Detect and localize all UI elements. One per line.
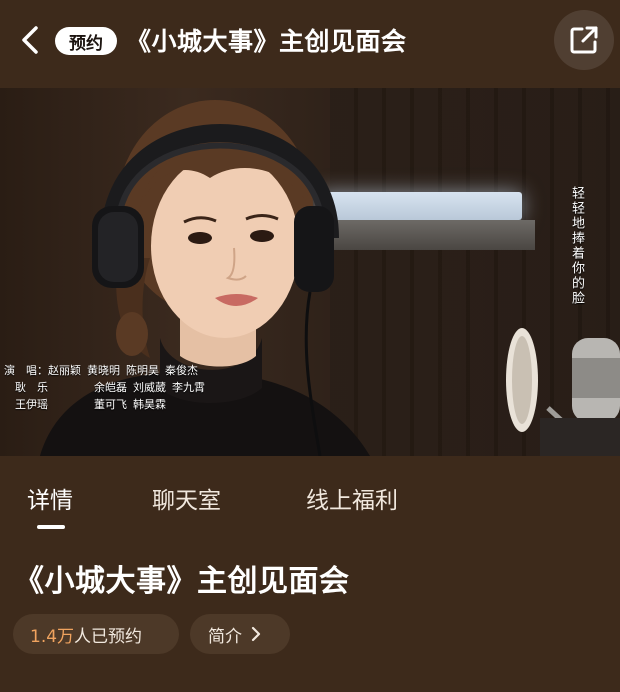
credit-name: 刘威葳 bbox=[133, 381, 166, 394]
intro-label: 简介 bbox=[208, 626, 242, 647]
tab-details[interactable]: 详情 bbox=[27, 476, 73, 520]
credit-label: 演 唱： bbox=[4, 364, 48, 377]
top-bar: 预约 《小城大事》主创见面会 bbox=[0, 0, 620, 88]
credit-name: 李九霄 bbox=[172, 381, 205, 394]
intro-button[interactable]: 简介 bbox=[190, 614, 290, 654]
song-credits: 演 唱： 赵丽颖 黄晓明 陈明昊 秦俊杰 耿 乐 余皑磊 刘威葳 李九霄 王伊瑶… bbox=[4, 362, 205, 413]
credit-name: 韩昊霖 bbox=[133, 398, 166, 411]
active-tab-indicator bbox=[37, 525, 65, 529]
credit-row: 耿 乐 余皑磊 刘威葳 李九霄 bbox=[4, 379, 205, 396]
tab-online-benefits[interactable]: 线上福利 bbox=[306, 476, 398, 520]
credit-label: 耿 乐 bbox=[4, 381, 48, 394]
credit-label: 王伊瑶 bbox=[4, 398, 48, 411]
lyric-subtitle: 轻轻地捧着你的脸 bbox=[569, 186, 584, 306]
share-button[interactable] bbox=[554, 10, 614, 70]
credit-name: 秦俊杰 bbox=[165, 364, 198, 377]
reservation-badge: 预约 bbox=[55, 27, 117, 55]
event-title: 《小城大事》主创见面会 bbox=[14, 564, 350, 599]
chevron-right-icon bbox=[251, 626, 261, 642]
share-icon bbox=[570, 26, 598, 54]
back-button[interactable] bbox=[14, 24, 46, 56]
tab-bar: 详情 聊天室 线上福利 bbox=[0, 476, 620, 520]
header-title: 《小城大事》主创见面会 bbox=[126, 27, 407, 56]
credit-name: 陈明昊 bbox=[126, 364, 159, 377]
tab-chatroom[interactable]: 聊天室 bbox=[152, 476, 221, 520]
chevron-left-icon bbox=[22, 26, 38, 54]
credit-name: 余皑磊 bbox=[94, 381, 127, 394]
credit-row: 王伊瑶 董可飞 韩昊霖 bbox=[4, 396, 205, 413]
credit-name: 董可飞 bbox=[94, 398, 127, 411]
reservation-suffix: 人已预约 bbox=[74, 626, 143, 647]
credit-row: 演 唱： 赵丽颖 黄晓明 陈明昊 秦俊杰 bbox=[4, 362, 205, 379]
reservation-count: 1.4万 人已预约 bbox=[13, 614, 179, 654]
video-player[interactable]: 演 唱： 赵丽颖 黄晓明 陈明昊 秦俊杰 耿 乐 余皑磊 刘威葳 李九霄 王伊瑶… bbox=[0, 88, 620, 456]
reservation-number: 1.4万 bbox=[30, 626, 75, 647]
credit-name: 赵丽颖 bbox=[48, 364, 81, 377]
credit-name: 黄晓明 bbox=[87, 364, 120, 377]
